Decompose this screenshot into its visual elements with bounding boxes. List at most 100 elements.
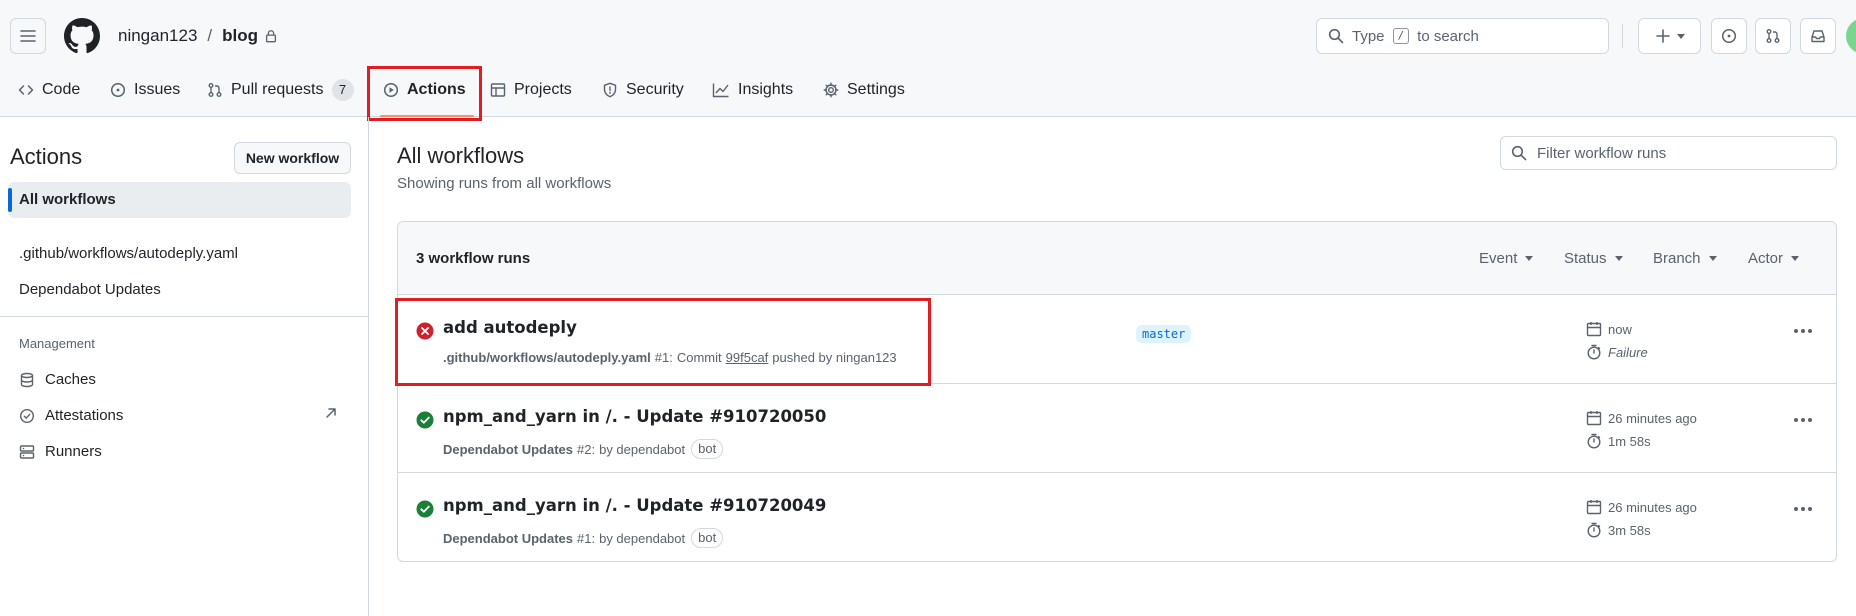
run-duration: Failure <box>1586 344 1648 360</box>
run-workflow-name: Dependabot Updates <box>443 441 574 457</box>
runs-count: 3 workflow runs <box>416 250 531 267</box>
verified-icon <box>19 408 35 423</box>
sidebar-title: Actions <box>10 144 83 169</box>
chevron-down-icon <box>1676 33 1685 39</box>
github-logo-icon[interactable] <box>64 18 100 54</box>
graph-icon <box>712 83 729 98</box>
run-time-label: 26 minutes ago <box>1608 410 1697 426</box>
status-filter-dropdown[interactable]: Status <box>1564 250 1623 267</box>
issue-icon <box>110 82 126 98</box>
tab-settings[interactable]: Settings <box>823 70 905 110</box>
pull-request-icon <box>208 83 222 97</box>
run-duration-label: 3m 58s <box>1608 522 1651 538</box>
highlight-box-actions-tab <box>367 66 482 121</box>
run-duration-label: Failure <box>1608 344 1648 360</box>
tab-insights-label: Insights <box>738 81 794 98</box>
sidebar-item-caches[interactable]: Caches <box>19 371 96 388</box>
issue-icon <box>1721 28 1737 44</box>
kebab-menu-icon[interactable] <box>1793 506 1813 512</box>
success-check-icon <box>416 500 434 518</box>
run-title-link[interactable]: npm_and_yarn in /. - Update #910720049 <box>443 496 826 515</box>
runs-list-header: 3 workflow runs Event Status Branch Acto… <box>398 222 1836 295</box>
sidebar-item-autodeply-workflow[interactable]: .github/workflows/autodeply.yaml <box>19 245 238 262</box>
management-heading: Management <box>19 336 95 351</box>
table-row[interactable]: npm_and_yarn in /. - Update #910720049 D… <box>398 473 1836 561</box>
run-time: 26 minutes ago <box>1586 499 1697 515</box>
bot-badge: bot <box>691 439 724 459</box>
run-duration: 3m 58s <box>1586 522 1651 538</box>
sidebar-item-all-workflows-label[interactable]: All workflows <box>19 191 116 208</box>
run-time-label: now <box>1608 321 1632 337</box>
repo-owner-link[interactable]: ningan123 <box>118 26 197 46</box>
lock-icon <box>266 30 277 43</box>
menu-button[interactable] <box>10 18 46 54</box>
search-input[interactable]: Type / to search <box>1316 18 1609 54</box>
shield-icon <box>603 82 617 98</box>
tab-projects-label: Projects <box>514 81 572 98</box>
run-time: 26 minutes ago <box>1586 410 1697 426</box>
slash-key-hint: / <box>1392 28 1410 44</box>
highlight-box-failed-run <box>395 298 931 386</box>
branch-filter-label: Branch <box>1653 250 1701 267</box>
sidebar-item-runners-label: Runners <box>45 443 102 460</box>
issues-button[interactable] <box>1711 18 1747 54</box>
run-meta: Dependabot Updates #1: by dependabot bot <box>443 528 724 548</box>
event-filter-label: Event <box>1479 250 1518 267</box>
pull-requests-count-badge: 7 <box>331 79 354 101</box>
calendar-icon <box>1586 411 1602 426</box>
tab-pull-requests-label: Pull requests <box>231 81 324 98</box>
search-icon <box>1328 28 1344 44</box>
run-duration: 1m 58s <box>1586 433 1651 449</box>
tab-insights[interactable]: Insights <box>712 70 793 110</box>
branch-filter-dropdown[interactable]: Branch <box>1653 250 1717 267</box>
kebab-menu-icon[interactable] <box>1793 417 1813 423</box>
pull-request-icon <box>1766 29 1780 43</box>
kebab-menu-icon[interactable] <box>1793 328 1813 334</box>
sidebar-item-runners[interactable]: Runners <box>19 443 102 460</box>
stopwatch-icon <box>1587 433 1601 449</box>
sidebar-item-dependabot-updates[interactable]: Dependabot Updates <box>19 281 161 298</box>
actions-sidebar: Actions New workflow All workflows .gith… <box>0 117 369 616</box>
run-by: by dependabot <box>599 441 686 457</box>
pull-requests-button[interactable] <box>1755 18 1791 54</box>
run-number: #1: <box>577 530 596 546</box>
create-new-button[interactable] <box>1638 18 1701 54</box>
filter-workflow-runs-input[interactable]: Filter workflow runs <box>1500 136 1837 170</box>
workflow-runs-list: 3 workflow runs Event Status Branch Acto… <box>397 221 1837 562</box>
code-icon <box>18 85 34 95</box>
run-time-label: 26 minutes ago <box>1608 499 1697 515</box>
search-icon <box>1511 145 1527 161</box>
database-icon <box>20 372 34 387</box>
stopwatch-icon <box>1587 522 1601 538</box>
actor-filter-dropdown[interactable]: Actor <box>1748 250 1800 267</box>
sidebar-item-attestations[interactable]: Attestations <box>19 407 123 424</box>
run-title-link[interactable]: npm_and_yarn in /. - Update #910720050 <box>443 407 826 426</box>
tab-projects[interactable]: Projects <box>490 70 572 110</box>
avatar[interactable] <box>1846 18 1856 54</box>
inbox-icon <box>1811 30 1825 43</box>
page-subtitle: Showing runs from all workflows <box>397 175 612 192</box>
page-title: All workflows <box>397 143 525 168</box>
new-workflow-button[interactable]: New workflow <box>234 142 351 174</box>
breadcrumb: ningan123 / blog <box>118 26 278 46</box>
tab-security[interactable]: Security <box>602 70 684 110</box>
tab-code[interactable]: Code <box>18 70 80 110</box>
status-filter-label: Status <box>1564 250 1607 267</box>
run-number: #2: <box>577 441 596 457</box>
plus-icon <box>1655 29 1670 43</box>
branch-tag[interactable]: master <box>1136 325 1192 343</box>
inbox-button[interactable] <box>1800 18 1836 54</box>
breadcrumb-separator: / <box>207 26 213 45</box>
filter-placeholder: Filter workflow runs <box>1537 144 1667 162</box>
chevron-down-icon <box>1614 256 1623 261</box>
run-by: by dependabot <box>599 530 686 546</box>
stopwatch-icon <box>1587 344 1601 360</box>
repo-name-link[interactable]: blog <box>222 26 258 46</box>
tab-issues[interactable]: Issues <box>110 70 180 110</box>
sidebar-item-attestations-label: Attestations <box>45 407 124 424</box>
table-row[interactable]: npm_and_yarn in /. - Update #910720050 D… <box>398 384 1836 473</box>
tab-pull-requests[interactable]: Pull requests 7 <box>207 70 354 110</box>
run-time: now <box>1586 321 1632 337</box>
event-filter-dropdown[interactable]: Event <box>1479 250 1534 267</box>
success-check-icon <box>416 411 434 429</box>
